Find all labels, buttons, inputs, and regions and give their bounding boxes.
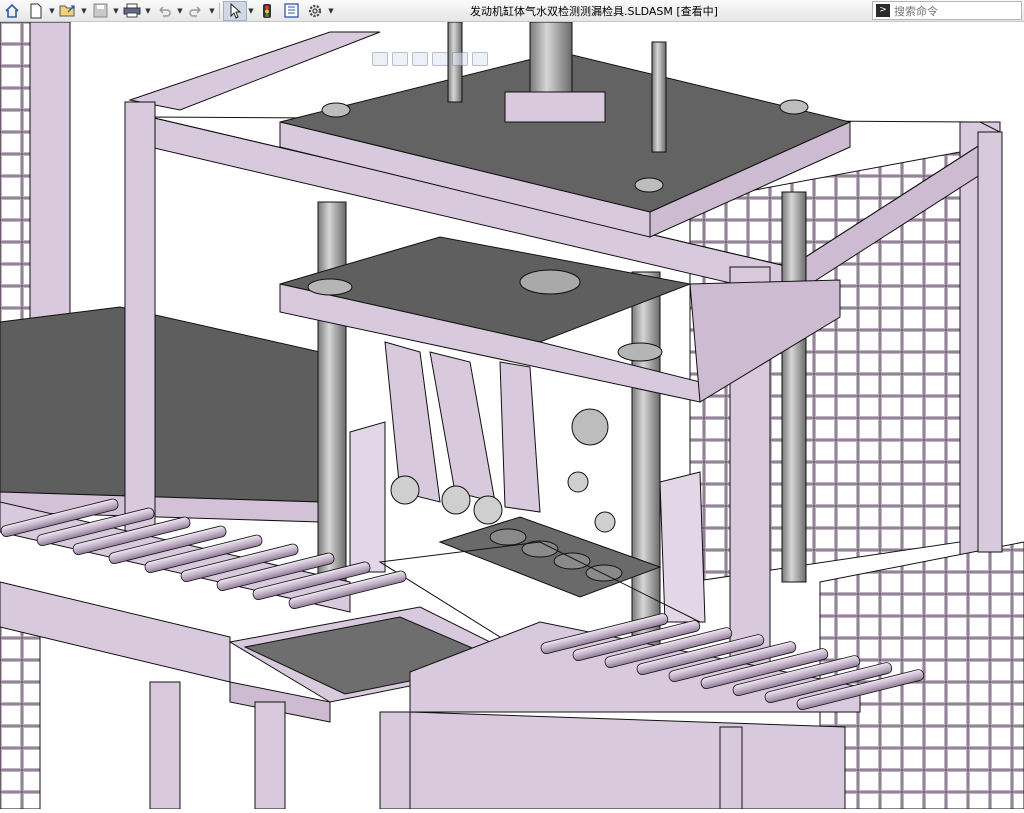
options-gear-icon [308,4,322,17]
undo-dropdown[interactable]: ▼ [176,1,184,21]
previous-view-icon[interactable] [412,52,428,66]
zoom-to-fit-icon[interactable] [372,52,388,66]
search-commands-box[interactable]: > 搜索命令 [872,1,1022,20]
select-button[interactable] [223,0,247,21]
options-button[interactable] [303,1,327,21]
display-style-icon[interactable] [472,52,488,66]
toolbar-separator [219,2,220,19]
window-title: 发动机缸体气水双检测测漏检具.SLDASM [查看中] [470,5,718,18]
traffic-light-icon [263,3,271,18]
heads-up-view-toolbar [372,52,488,66]
open-button[interactable] [56,1,80,21]
home-button[interactable] [0,1,24,21]
home-icon [5,3,19,18]
zoom-area-icon[interactable] [392,52,408,66]
options-dropdown[interactable]: ▼ [327,1,335,21]
print-dropdown[interactable]: ▼ [144,1,152,21]
undo-button[interactable] [152,1,176,21]
assembly-model-view [0,21,1024,810]
search-input-placeholder: 搜索命令 [894,4,938,18]
open-folder-icon [59,5,75,17]
new-document-icon [30,3,42,18]
graphics-area-3d-view[interactable] [0,21,1024,810]
view-orientation-icon[interactable] [452,52,468,66]
file-properties-icon [283,3,299,18]
print-button[interactable] [120,1,144,21]
command-prompt-icon: > [876,4,890,17]
file-properties-button[interactable] [279,1,303,21]
print-icon [123,3,141,18]
redo-dropdown[interactable]: ▼ [208,1,216,21]
save-dropdown[interactable]: ▼ [112,1,120,21]
new-document-button[interactable] [24,1,48,21]
save-button[interactable] [88,1,112,21]
redo-icon [189,5,201,17]
new-document-dropdown[interactable]: ▼ [48,1,56,21]
select-dropdown[interactable]: ▼ [247,1,255,21]
section-view-icon[interactable] [432,52,448,66]
rebuild-button[interactable] [255,1,279,21]
save-icon [93,3,107,18]
open-dropdown[interactable]: ▼ [80,1,88,21]
undo-icon [159,5,171,17]
select-pointer-icon [230,2,242,19]
redo-button[interactable] [184,1,208,21]
